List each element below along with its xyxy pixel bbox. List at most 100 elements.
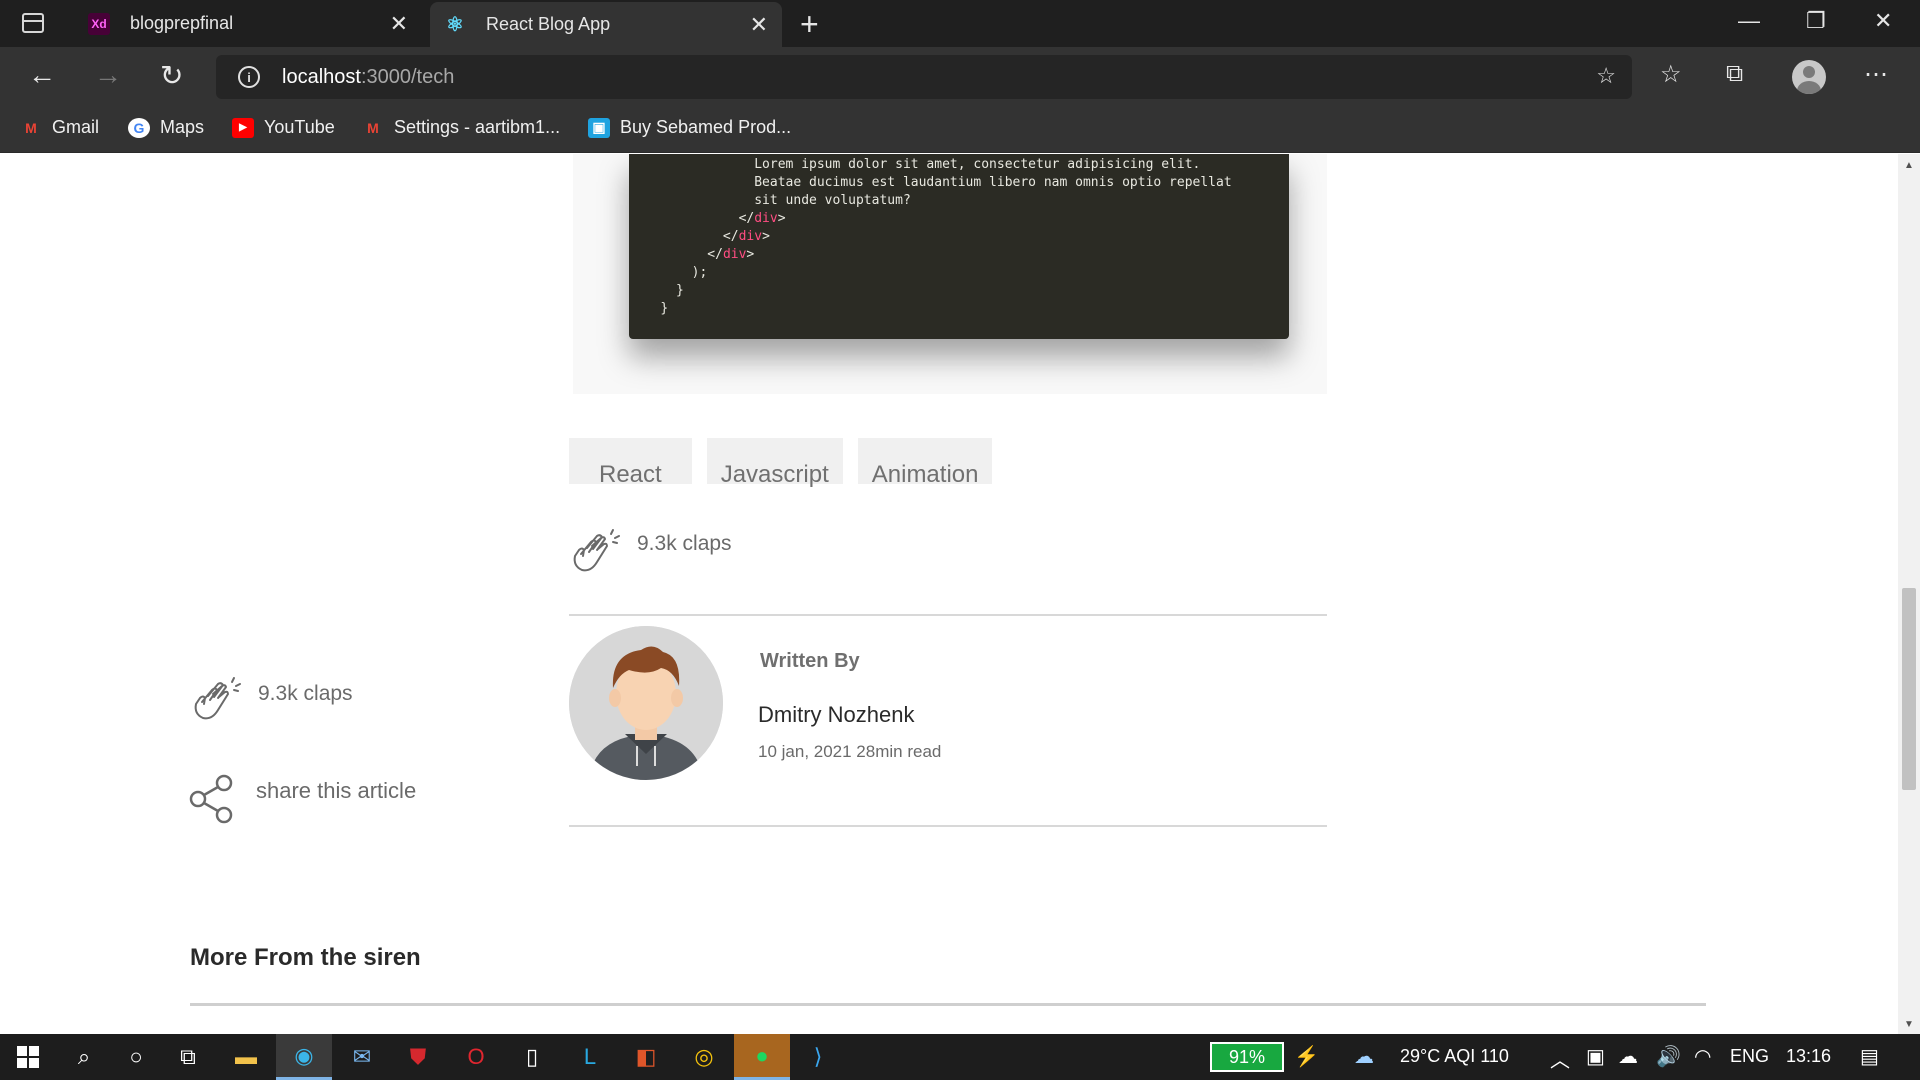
meet-now-icon[interactable]: ▣ [1586, 1044, 1605, 1069]
onedrive-icon[interactable]: ☁ [1618, 1044, 1638, 1069]
google-icon: G [128, 117, 150, 138]
url-text[interactable]: localhost:3000/tech [282, 66, 454, 89]
code-line: </div> [738, 211, 786, 226]
share-article[interactable]: share this article [188, 774, 416, 824]
windows-start-icon[interactable] [0, 1034, 56, 1080]
author-avatar [569, 626, 723, 780]
claps-block: 9.3k claps [567, 526, 732, 584]
bookmark-sebamed[interactable]: ▣ Buy Sebamed Prod... [588, 117, 791, 138]
cortana-icon[interactable]: ○ [108, 1034, 164, 1080]
tag-animation[interactable]: Animation [857, 438, 993, 488]
code-line: ); [691, 265, 708, 280]
code-line: Lorem ipsum dolor sit amet, consectetur … [754, 157, 1201, 172]
navigation-bar: ← → ↻ i localhost:3000/tech ☆ [0, 47, 1920, 106]
tab-blogprepfinal[interactable]: Xd blogprepfinal ✕ [72, 0, 422, 47]
office-icon[interactable]: ◧ [618, 1034, 674, 1080]
vscode-icon[interactable]: ⟩ [790, 1034, 846, 1080]
file-explorer-icon[interactable]: ▬ [218, 1034, 274, 1080]
opera-icon[interactable]: O [448, 1034, 504, 1080]
chrome-icon[interactable]: ◎ [676, 1034, 732, 1080]
add-favorite-icon[interactable]: ☆ [1596, 63, 1616, 89]
close-tab-icon[interactable]: ✕ [750, 12, 768, 38]
profile-avatar[interactable] [1792, 60, 1826, 94]
article-image: Lorem ipsum dolor sit amet, consectetur … [573, 154, 1327, 394]
edge-icon[interactable]: ◉ [276, 1034, 332, 1080]
refresh-button[interactable]: ↻ [160, 59, 183, 92]
code-line: } [675, 283, 684, 298]
clock[interactable]: 13:16 [1786, 1046, 1831, 1067]
scrollbar-thumb[interactable] [1902, 588, 1916, 790]
tag-react[interactable]: React [569, 438, 692, 488]
code-line: </div> [707, 247, 755, 262]
bookmarks-bar: M Gmail G Maps ▶ YouTube M Settings - aa… [0, 106, 1920, 153]
code-line: </div> [722, 229, 770, 244]
tab-react-blog-app[interactable]: ⚛ React Blog App ✕ [430, 2, 782, 47]
tab-actions-icon[interactable] [22, 13, 44, 33]
notepad-icon[interactable]: ▯ [504, 1034, 560, 1080]
gmail-icon: M [367, 119, 379, 136]
weather-icon[interactable]: ☁ [1354, 1044, 1374, 1069]
article-tags: React Javascript Animation [569, 438, 993, 488]
volume-icon[interactable]: 🔊 [1656, 1044, 1681, 1069]
code-line: } [660, 301, 669, 316]
windows-taskbar: ⌕ ○ ⧉ ▬ ◉ ✉ ⛊ O ▯ L ◧ ◎ ● ⟩ 91% ⚡ ☁ 29°C… [0, 1034, 1920, 1080]
bookmark-settings[interactable]: M Settings - aartibm1... [362, 117, 560, 138]
bookmark-youtube[interactable]: ▶ YouTube [232, 117, 335, 138]
code-line: sit unde voluptatum? [754, 193, 911, 208]
notifications-icon[interactable]: ▤ [1860, 1044, 1879, 1069]
spotify-icon[interactable]: ● [734, 1034, 790, 1080]
tag-javascript[interactable]: Javascript [706, 438, 843, 488]
page-scrollbar[interactable]: ▲ ▼ [1898, 154, 1920, 1034]
react-icon: ⚛ [446, 14, 464, 36]
bookmark-maps[interactable]: G Maps [128, 117, 204, 138]
tab-bar: Xd blogprepfinal ✕ ⚛ React Blog App ✕ + … [0, 0, 1920, 47]
battery-indicator[interactable]: 91% [1210, 1042, 1284, 1072]
task-view-icon[interactable]: ⧉ [160, 1034, 216, 1080]
share-icon [189, 774, 233, 824]
divider [569, 825, 1327, 827]
article-meta: 10 jan, 2021 28min read [758, 742, 942, 761]
clap-icon[interactable] [188, 674, 246, 732]
minimize-button[interactable]: — [1738, 8, 1760, 34]
gmail-icon: M [25, 119, 37, 136]
tab-title: blogprepfinal [130, 13, 234, 33]
divider [569, 614, 1327, 616]
more-from-heading: More From the siren [190, 944, 421, 971]
collections-icon[interactable]: ⧉ [1726, 60, 1743, 88]
address-bar[interactable]: i localhost:3000/tech ☆ [216, 55, 1632, 99]
youtube-icon: ▶ [232, 117, 254, 138]
chevron-up-icon[interactable]: ︿ [1550, 1044, 1570, 1073]
new-tab-button[interactable]: + [800, 6, 819, 43]
code-line: Beatae ducimus est laudantium libero nam… [754, 175, 1232, 190]
xd-icon: Xd [88, 12, 110, 35]
close-window-button[interactable]: ✕ [1874, 8, 1892, 34]
forward-button[interactable]: → [94, 59, 122, 91]
share-label: share this article [256, 778, 417, 803]
mcafee-icon[interactable]: ⛊ [390, 1034, 446, 1080]
site-info-icon[interactable]: i [238, 66, 260, 88]
weather-text[interactable]: 29°C AQI 110 [1400, 1046, 1509, 1067]
back-button[interactable]: ← [28, 59, 56, 91]
claps-count: 9.3k claps [637, 532, 732, 555]
mail-icon[interactable]: ✉ [334, 1034, 390, 1080]
sidebar-claps: 9.3k claps [188, 674, 353, 732]
launcher-icon[interactable]: L [562, 1034, 618, 1080]
claps-count: 9.3k claps [258, 682, 353, 705]
scroll-down-icon[interactable]: ▼ [1904, 1019, 1914, 1030]
search-icon[interactable]: ⌕ [56, 1034, 112, 1080]
restore-button[interactable]: ❐ [1806, 8, 1826, 34]
bookmark-gmail[interactable]: M Gmail [20, 117, 99, 138]
divider [190, 1003, 1706, 1006]
scroll-up-icon[interactable]: ▲ [1904, 160, 1914, 171]
author-name[interactable]: Dmitry Nozhenk [758, 702, 914, 728]
favorites-icon[interactable]: ☆ [1660, 60, 1682, 89]
tab-title: React Blog App [486, 14, 611, 34]
language-indicator[interactable]: ENG [1730, 1046, 1769, 1067]
close-tab-icon[interactable]: ✕ [390, 11, 408, 37]
written-by-label: Written By [760, 650, 860, 672]
clap-icon[interactable] [567, 526, 625, 584]
wifi-icon[interactable]: ◠ [1694, 1044, 1711, 1069]
plug-icon: ⚡ [1294, 1046, 1319, 1068]
store-icon: ▣ [588, 117, 610, 138]
more-options-icon[interactable]: ⋯ [1864, 60, 1888, 89]
